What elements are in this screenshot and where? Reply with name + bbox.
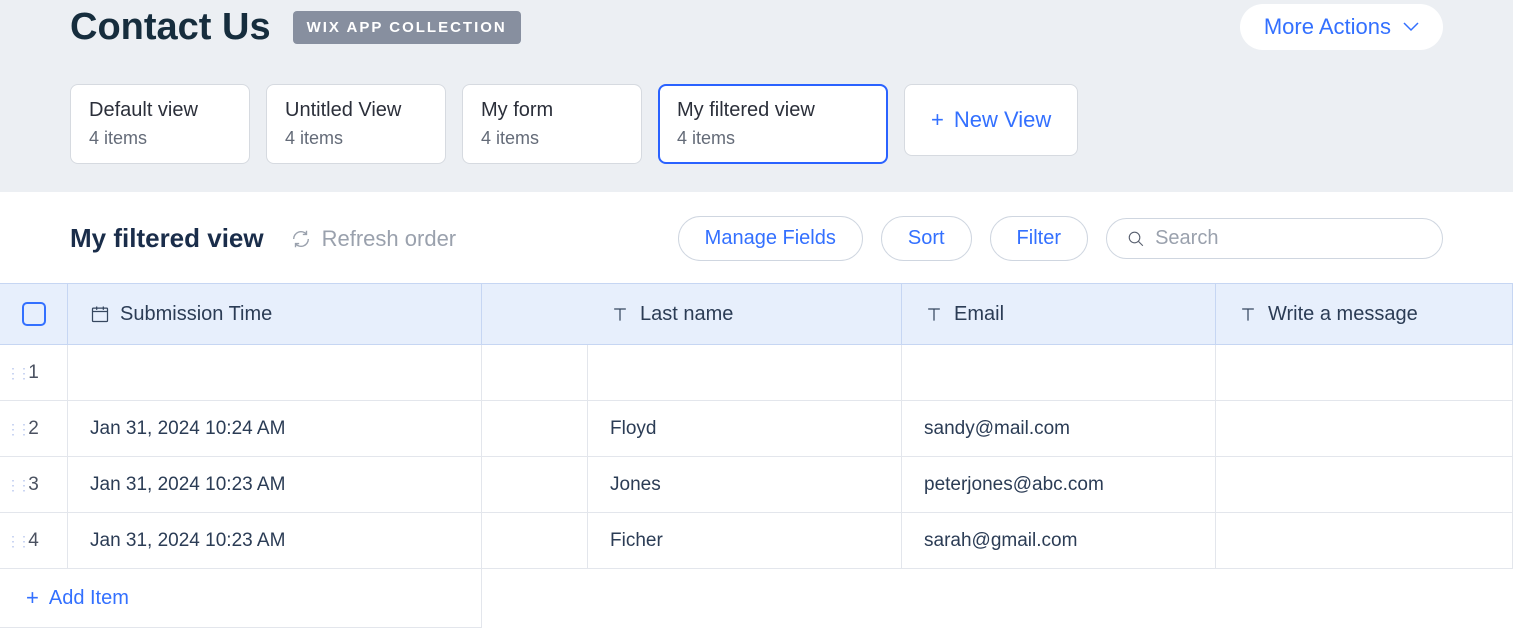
row-number[interactable]: 1 (0, 345, 68, 400)
table-header: Submission Time Last name Email Write a … (0, 283, 1513, 345)
column-submission-time[interactable]: Submission Time (68, 284, 482, 344)
cell-last-name[interactable] (588, 345, 902, 400)
refresh-icon (290, 228, 312, 250)
column-email[interactable]: Email (902, 284, 1216, 344)
sort-button[interactable]: Sort (881, 216, 972, 261)
column-label: Submission Time (120, 303, 272, 326)
cell-last-name[interactable]: Floyd (588, 401, 902, 456)
plus-icon: + (26, 585, 39, 611)
filter-button[interactable]: Filter (990, 216, 1088, 261)
cell-email[interactable] (902, 345, 1216, 400)
view-count: 4 items (677, 128, 869, 149)
refresh-order-button[interactable]: Refresh order (290, 226, 457, 252)
table-row[interactable]: 1 (0, 345, 1513, 401)
refresh-label: Refresh order (322, 226, 457, 252)
view-count: 4 items (481, 128, 623, 149)
search-input[interactable] (1155, 227, 1422, 250)
view-count: 4 items (89, 128, 231, 149)
current-view-name: My filtered view (70, 223, 264, 254)
cell-spacer (482, 457, 588, 512)
text-icon (1238, 304, 1258, 324)
view-tab-my-filtered[interactable]: My filtered view 4 items (658, 84, 888, 164)
data-table: Submission Time Last name Email Write a … (0, 283, 1513, 628)
view-label: Default view (89, 99, 231, 122)
plus-icon: + (931, 107, 944, 133)
view-tab-untitled[interactable]: Untitled View 4 items (266, 84, 446, 164)
table-row[interactable]: 2 Jan 31, 2024 10:24 AM Floyd sandy@mail… (0, 401, 1513, 457)
cell-message[interactable] (1216, 345, 1513, 400)
cell-email[interactable]: sarah@gmail.com (902, 513, 1216, 568)
text-icon (924, 304, 944, 324)
view-label: My form (481, 99, 623, 122)
cell-submission-time[interactable]: Jan 31, 2024 10:23 AM (68, 513, 482, 568)
page-title: Contact Us (70, 6, 271, 49)
cell-message[interactable] (1216, 401, 1513, 456)
more-actions-label: More Actions (1264, 14, 1391, 40)
column-label: Email (954, 303, 1004, 326)
view-label: My filtered view (677, 99, 869, 122)
chevron-down-icon (1403, 22, 1419, 32)
new-view-label: New View (954, 107, 1051, 133)
cell-email[interactable]: sandy@mail.com (902, 401, 1216, 456)
view-tab-default[interactable]: Default view 4 items (70, 84, 250, 164)
calendar-icon (90, 304, 110, 324)
row-number[interactable]: 3 (0, 457, 68, 512)
cell-email[interactable]: peterjones@abc.com (902, 457, 1216, 512)
cell-spacer (482, 513, 588, 568)
more-actions-button[interactable]: More Actions (1240, 4, 1443, 50)
cell-spacer (482, 401, 588, 456)
column-label: Write a message (1268, 303, 1418, 326)
cell-submission-time[interactable] (68, 345, 482, 400)
row-number[interactable]: 2 (0, 401, 68, 456)
text-icon (610, 304, 630, 324)
column-last-name[interactable]: Last name (588, 284, 902, 344)
cell-spacer (482, 345, 588, 400)
view-tab-my-form[interactable]: My form 4 items (462, 84, 642, 164)
manage-fields-button[interactable]: Manage Fields (678, 216, 863, 261)
add-item-button[interactable]: + Add Item (0, 569, 482, 628)
collection-type-badge: WIX APP COLLECTION (293, 11, 521, 44)
row-number[interactable]: 4 (0, 513, 68, 568)
column-label: Last name (640, 303, 733, 326)
column-message[interactable]: Write a message (1216, 284, 1513, 344)
table-row[interactable]: 3 Jan 31, 2024 10:23 AM Jones peterjones… (0, 457, 1513, 513)
view-label: Untitled View (285, 99, 427, 122)
column-spacer (482, 284, 588, 344)
search-field[interactable] (1106, 218, 1443, 259)
select-all-checkbox[interactable] (22, 302, 46, 326)
new-view-button[interactable]: + New View (904, 84, 1078, 156)
cell-message[interactable] (1216, 513, 1513, 568)
cell-last-name[interactable]: Ficher (588, 513, 902, 568)
cell-message[interactable] (1216, 457, 1513, 512)
cell-submission-time[interactable]: Jan 31, 2024 10:23 AM (68, 457, 482, 512)
table-row[interactable]: 4 Jan 31, 2024 10:23 AM Ficher sarah@gma… (0, 513, 1513, 569)
cell-last-name[interactable]: Jones (588, 457, 902, 512)
search-icon (1127, 229, 1145, 249)
view-count: 4 items (285, 128, 427, 149)
cell-submission-time[interactable]: Jan 31, 2024 10:24 AM (68, 401, 482, 456)
add-item-label: Add Item (49, 587, 129, 610)
